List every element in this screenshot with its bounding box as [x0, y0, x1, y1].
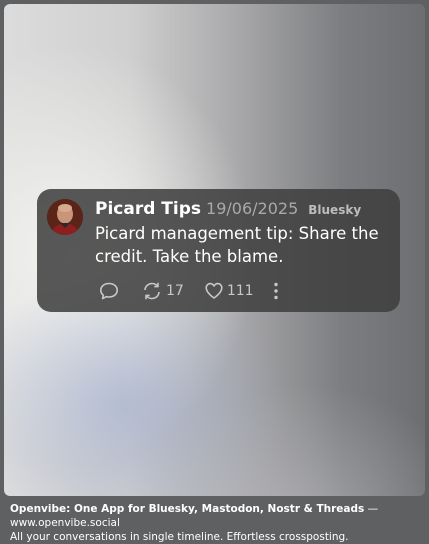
repost-count: 17 — [166, 283, 184, 299]
repost-button[interactable]: 17 — [141, 281, 184, 301]
footer-headline-line: Openvibe: One App for Bluesky, Mastodon,… — [10, 502, 425, 530]
post-header: Picard Tips 19/06/2025 Bluesky — [95, 199, 361, 219]
background-frame: Picard Tips 19/06/2025 Bluesky Picard ma… — [4, 4, 425, 496]
author-name[interactable]: Picard Tips — [95, 199, 201, 219]
post-card[interactable]: Picard Tips 19/06/2025 Bluesky Picard ma… — [37, 189, 400, 312]
like-button[interactable]: 111 — [204, 281, 254, 301]
footer-tagline: All your conversations in single timelin… — [10, 531, 349, 543]
vertical-ellipsis-icon — [273, 282, 278, 300]
promo-footer: Openvibe: One App for Bluesky, Mastodon,… — [10, 502, 425, 544]
footer-separator: — — [364, 503, 379, 515]
avatar[interactable] — [47, 199, 83, 235]
post-date: 19/06/2025 — [206, 199, 299, 218]
post-text: Picard management tip: Share the credit.… — [95, 224, 379, 266]
speech-bubble-icon — [100, 282, 118, 300]
more-options-button[interactable] — [272, 281, 280, 301]
network-label: Bluesky — [308, 203, 362, 217]
repost-arrows-icon — [144, 282, 160, 300]
footer-headline: Openvibe: One App for Bluesky, Mastodon,… — [10, 503, 365, 515]
like-count: 111 — [226, 283, 254, 299]
footer-url[interactable]: www.openvibe.social — [10, 517, 120, 529]
reply-button[interactable] — [99, 281, 119, 301]
avatar-image — [47, 199, 83, 235]
heart-icon — [205, 282, 223, 299]
post-actions: 17 111 — [99, 281, 280, 301]
